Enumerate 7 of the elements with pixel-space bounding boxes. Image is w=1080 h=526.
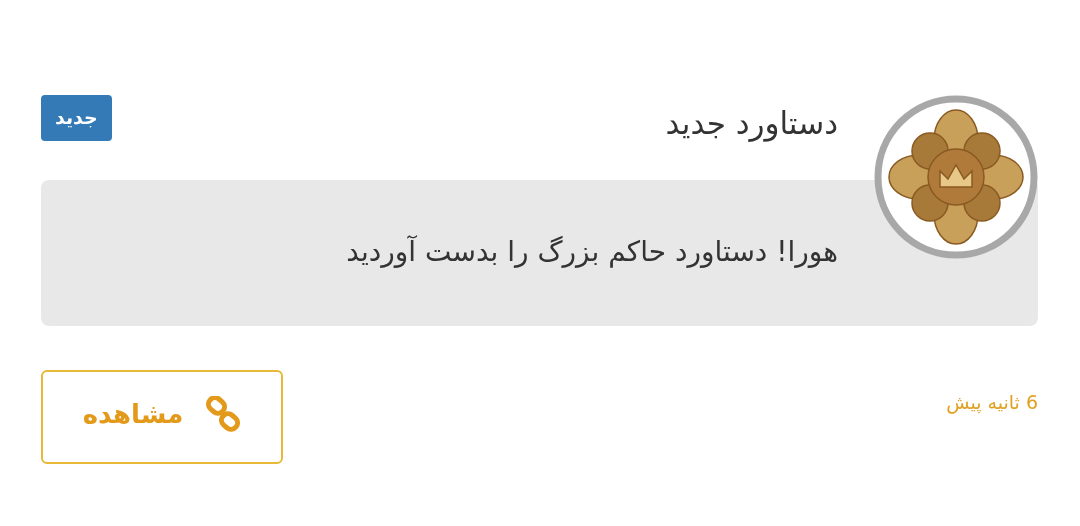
view-button[interactable]: مشاهده <box>41 370 283 464</box>
medal-icon <box>874 95 1038 259</box>
message-text: هورا! دستاورد حاکم بزرگ را بدست آوردید <box>346 235 838 268</box>
link-icon <box>205 396 242 432</box>
timestamp: 6 ثانیه پیش <box>946 391 1038 413</box>
notification-title: دستاورد جدید <box>665 104 838 143</box>
new-badge: جدید <box>41 95 112 141</box>
